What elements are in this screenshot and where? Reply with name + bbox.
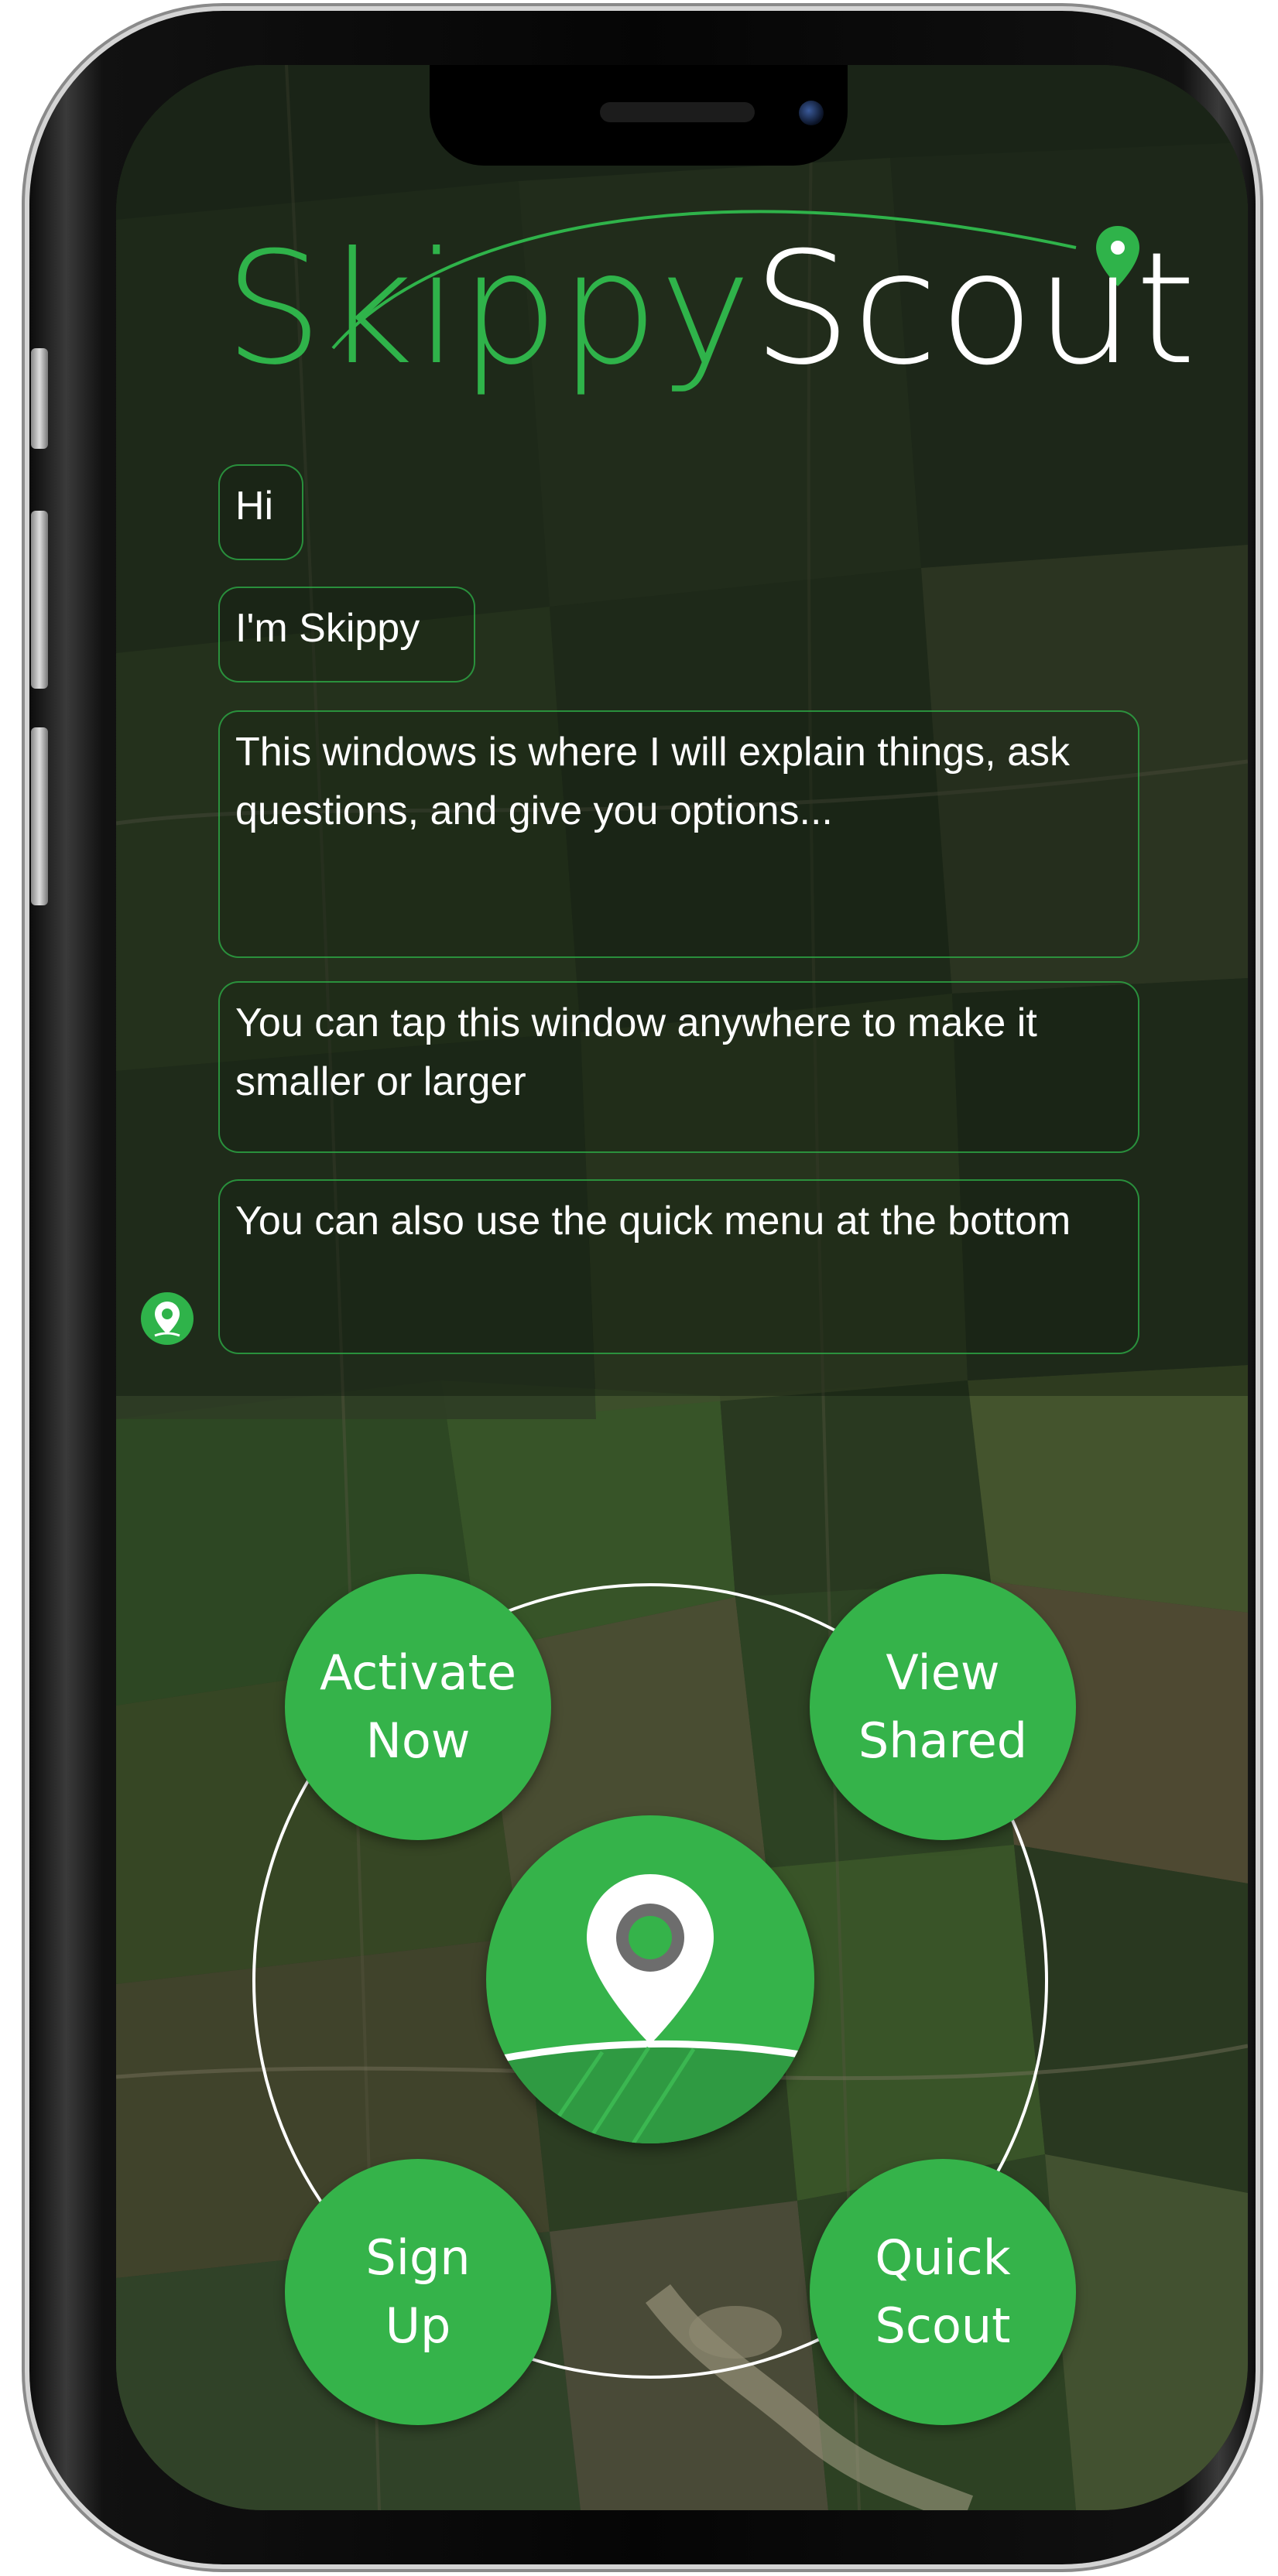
quick-menu-center-button[interactable] — [486, 1815, 814, 2143]
sign-up-button[interactable]: Sign Up — [285, 2159, 551, 2425]
view-shared-button[interactable]: View Shared — [810, 1574, 1076, 1840]
quick-scout-button[interactable]: Quick Scout — [810, 2159, 1076, 2425]
sign-up-label-line2: Up — [385, 2297, 451, 2354]
quick-scout-label-line1: Quick — [875, 2229, 1011, 2286]
activate-now-button[interactable]: Activate Now — [285, 1574, 551, 1840]
device-mockup: SkippyScout Hi I'm Skippy This windows i… — [0, 0, 1278, 2576]
quick-menu-ring — [252, 1583, 1048, 2379]
view-shared-label-line2: Shared — [858, 1712, 1028, 1769]
activate-now-label-line1: Activate — [319, 1644, 517, 1701]
quick-scout-label-line2: Scout — [875, 2297, 1011, 2354]
sign-up-label-line1: Sign — [365, 2229, 471, 2286]
location-pin-field-icon — [486, 1874, 814, 2143]
activate-now-label-line2: Now — [365, 1712, 471, 1769]
view-shared-label-line1: View — [886, 1644, 1000, 1701]
